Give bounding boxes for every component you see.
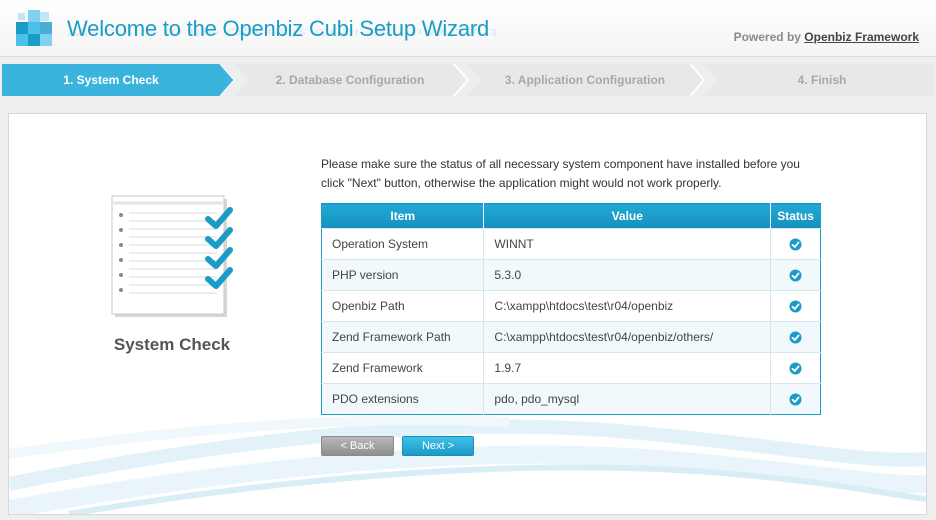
- check-ok-icon: [789, 393, 802, 406]
- row-value: C:\xampp\htdocs\test\r04/openbiz: [483, 290, 771, 322]
- cubes-logo-icon: [16, 10, 52, 46]
- table-row: PHP version 5.3.0: [321, 259, 821, 291]
- column-header-status: Status: [770, 203, 821, 229]
- wizard-steps: 1. System Check 2. Database Configuratio…: [0, 64, 936, 96]
- table-row: Zend Framework Path C:\xampp\htdocs\test…: [321, 321, 821, 353]
- system-check-table: Item Value Status Operation System WINNT…: [321, 203, 821, 415]
- row-value: 1.9.7: [483, 352, 771, 384]
- openbiz-framework-link[interactable]: Openbiz Framework: [804, 30, 919, 44]
- powered-by-prefix: Powered by: [733, 30, 801, 44]
- row-item: Zend Framework: [321, 352, 484, 384]
- row-value: 5.3.0: [483, 259, 771, 291]
- row-value: pdo, pdo_mysql: [483, 383, 771, 415]
- table-row: Openbiz Path C:\xampp\htdocs\test\r04/op…: [321, 290, 821, 322]
- intro-text: Please make sure the status of all neces…: [321, 157, 800, 190]
- row-status: [770, 383, 821, 415]
- row-item: Openbiz Path: [321, 290, 484, 322]
- powered-by: Powered by Openbiz Framework: [734, 30, 919, 44]
- table-row: PDO extensions pdo, pdo_mysql: [321, 383, 821, 415]
- row-item: PDO extensions: [321, 383, 484, 415]
- column-header-item: Item: [321, 203, 484, 229]
- row-value: C:\xampp\htdocs\test\r04/openbiz/others/: [483, 321, 771, 353]
- content-panel: System Check Please make sure the status…: [8, 113, 927, 515]
- row-value: WINNT: [483, 228, 771, 260]
- table-row: Operation System WINNT: [321, 228, 821, 260]
- row-item: Zend Framework Path: [321, 321, 484, 353]
- row-item: Operation System: [321, 228, 484, 260]
- row-status: [770, 228, 821, 260]
- row-item: PHP version: [321, 259, 484, 291]
- step-database-configuration: 2. Database Configuration: [275, 73, 425, 87]
- page-title: Welcome to the Openbiz Cubi Setup Wizard: [67, 16, 490, 41]
- table-row: Zend Framework 1.9.7: [321, 352, 821, 384]
- app-header: Welcome to the Openbiz Cubi Setup Wizard…: [0, 0, 936, 57]
- check-ok-icon: [789, 331, 802, 344]
- checklist-icon: [111, 195, 233, 317]
- row-status: [770, 352, 821, 384]
- step-application-configuration: 3. Application Configuration: [504, 73, 666, 87]
- check-ok-icon: [789, 269, 802, 282]
- check-ok-icon: [789, 362, 802, 375]
- next-button[interactable]: Next >: [402, 436, 474, 456]
- check-ok-icon: [789, 300, 802, 313]
- row-status: [770, 290, 821, 322]
- step-system-check: 1. System Check: [63, 73, 159, 87]
- check-ok-icon: [789, 238, 802, 251]
- column-header-value: Value: [483, 203, 771, 229]
- section-title: System Check: [113, 335, 231, 354]
- row-status: [770, 321, 821, 353]
- step-finish: 4. Finish: [797, 73, 847, 87]
- row-status: [770, 259, 821, 291]
- table-header-row: Item Value Status: [321, 203, 821, 229]
- back-button[interactable]: < Back: [321, 436, 394, 456]
